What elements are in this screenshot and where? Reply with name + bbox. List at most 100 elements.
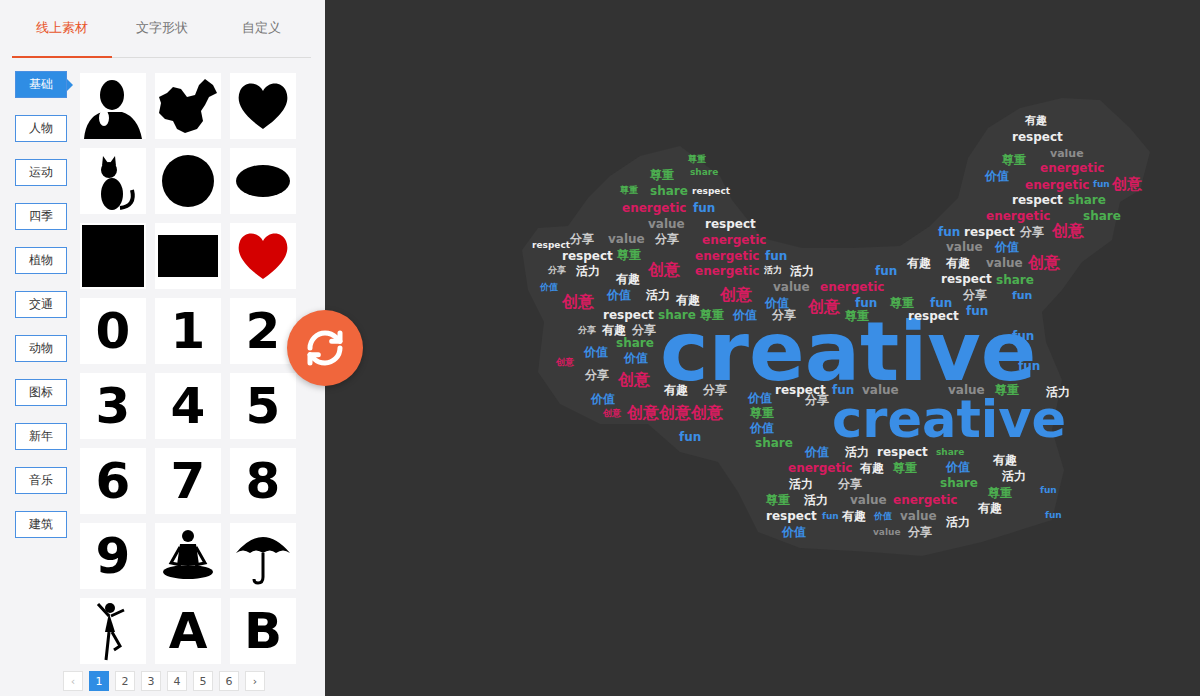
cloud-word: fun <box>875 265 897 277</box>
category-button[interactable]: 建筑 <box>15 511 67 538</box>
page-button[interactable]: 3 <box>141 671 161 691</box>
category-button[interactable]: 新年 <box>15 423 67 450</box>
cloud-word: 创意 <box>691 405 723 421</box>
shape-tile[interactable] <box>230 148 296 214</box>
cloud-word: 价值 <box>985 170 1009 182</box>
cloud-word: 活力 <box>845 446 869 458</box>
cloud-word: value <box>862 384 899 396</box>
shape-glyph: 0 <box>96 306 131 356</box>
cloud-word: 活力 <box>646 289 670 301</box>
refresh-button[interactable] <box>287 310 363 386</box>
shape-tile[interactable] <box>80 73 146 139</box>
category-button[interactable]: 运动 <box>15 159 67 186</box>
shape-tile[interactable]: 9 <box>80 523 146 589</box>
shape-tile[interactable]: 4 <box>155 373 221 439</box>
category-button[interactable]: 音乐 <box>15 467 67 494</box>
shape-glyph: 4 <box>171 381 206 431</box>
cloud-word: 尊重 <box>617 249 641 261</box>
cloud-word: 活力 <box>789 478 813 490</box>
shape-tile[interactable]: 8 <box>230 448 296 514</box>
category-button[interactable]: 动物 <box>15 335 67 362</box>
cloud-word: respect <box>908 310 959 322</box>
page-button[interactable]: 1 <box>89 671 109 691</box>
cloud-word: fun <box>765 250 787 262</box>
person-icon <box>80 73 146 139</box>
cloud-word: fun <box>822 512 839 521</box>
page-button[interactable]: 5 <box>193 671 213 691</box>
shape-tile[interactable]: A <box>155 598 221 664</box>
refresh-icon <box>305 328 345 368</box>
page-button[interactable]: 6 <box>219 671 239 691</box>
tab[interactable]: 文字形状 <box>112 0 212 58</box>
shape-tile[interactable]: 0 <box>80 298 146 364</box>
cloud-word: 价值 <box>946 461 970 473</box>
category-button[interactable]: 基础 <box>15 71 67 98</box>
shape-tile[interactable] <box>80 148 146 214</box>
cloud-word: 创意 <box>1112 177 1142 192</box>
cloud-word: 创意 <box>1028 255 1060 271</box>
cloud-word: respect <box>964 226 1015 238</box>
shape-tile[interactable]: B <box>230 598 296 664</box>
shape-tile[interactable] <box>155 523 221 589</box>
shape-glyph: 1 <box>171 306 206 356</box>
cloud-word: 尊重 <box>845 310 869 322</box>
ellipse-icon <box>230 148 296 214</box>
page-button[interactable]: 4 <box>167 671 187 691</box>
shape-tile[interactable]: 7 <box>155 448 221 514</box>
category-button[interactable]: 四季 <box>15 203 67 230</box>
square-icon <box>80 223 146 289</box>
shape-glyph: 7 <box>171 456 206 506</box>
cloud-word: respect <box>1012 131 1063 143</box>
shape-tile[interactable]: 3 <box>80 373 146 439</box>
shape-tile[interactable]: 6 <box>80 448 146 514</box>
shape-glyph: 3 <box>96 381 131 431</box>
cloud-word: energetic <box>1025 179 1089 191</box>
cloud-word: value <box>850 494 887 506</box>
cloud-word: 创意 <box>648 262 680 278</box>
prev-page-button[interactable]: ‹ <box>63 671 83 691</box>
word-cloud-editor: 线上素材文字形状自定义基础人物运动四季植物交通动物图标新年音乐建筑0123456… <box>0 0 1200 696</box>
shape-tile[interactable] <box>80 598 146 664</box>
cloud-word: 活力 <box>804 494 828 506</box>
cloud-word: 价值 <box>995 241 1019 253</box>
shape-tile[interactable] <box>230 523 296 589</box>
cloud-word: share <box>1068 194 1106 206</box>
shape-tile[interactable] <box>155 73 221 139</box>
shape-tile[interactable]: 1 <box>155 298 221 364</box>
cloud-word: energetic <box>788 462 852 474</box>
cloud-word: value <box>648 218 685 230</box>
cloud-word: fun <box>832 384 854 396</box>
tab[interactable]: 自定义 <box>211 0 311 58</box>
cloud-word: value <box>773 281 810 293</box>
shape-tile[interactable] <box>155 148 221 214</box>
cloud-word: energetic <box>695 250 759 262</box>
cloud-word: 有趣 <box>907 257 931 269</box>
tab[interactable]: 线上素材 <box>12 0 112 58</box>
shape-tile[interactable] <box>155 223 221 289</box>
cloud-word: 创意 <box>556 358 574 367</box>
cloud-word: 价值 <box>805 446 829 458</box>
shape-tile[interactable]: 5 <box>230 373 296 439</box>
cloud-word: fun <box>938 226 960 238</box>
shape-tile[interactable] <box>230 73 296 139</box>
cloud-word: 分享 <box>585 369 609 381</box>
cloud-word: value <box>986 257 1023 269</box>
shape-tile[interactable] <box>230 223 296 289</box>
cloud-word: 价值 <box>591 393 615 405</box>
category-button[interactable]: 交通 <box>15 291 67 318</box>
shape-tile[interactable] <box>80 223 146 289</box>
cloud-word: 有趣 <box>664 384 688 396</box>
shape-tile[interactable]: 2 <box>230 298 296 364</box>
cloud-word: share <box>755 437 793 449</box>
cloud-word: 活力 <box>1046 386 1070 398</box>
page-button[interactable]: 2 <box>115 671 135 691</box>
cloud-word: fun <box>693 202 715 214</box>
category-button[interactable]: 人物 <box>15 115 67 142</box>
cloud-word: 价值 <box>607 289 631 301</box>
next-page-button[interactable]: › <box>245 671 265 691</box>
cloud-word: share <box>936 448 964 457</box>
category-button[interactable]: 图标 <box>15 379 67 406</box>
cloud-word: creative <box>832 401 1066 439</box>
category-button[interactable]: 植物 <box>15 247 67 274</box>
cloud-word: fun <box>1093 180 1110 189</box>
